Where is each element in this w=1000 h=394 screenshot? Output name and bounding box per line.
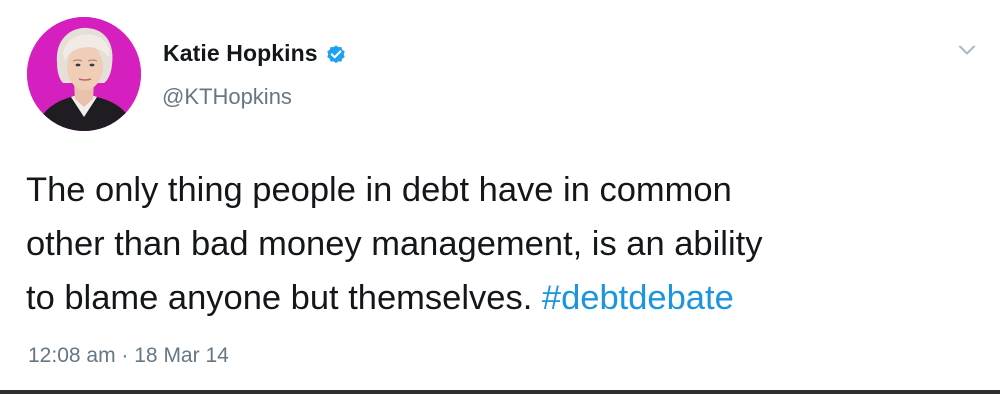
bottom-divider [0,390,1000,394]
tweet-text-line: other than bad money management, is an a… [26,225,763,263]
profile-photo-icon [27,17,141,131]
tweet-text-line: The only thing people in debt have in co… [26,171,732,209]
display-name[interactable]: Katie Hopkins [163,40,318,67]
timestamp-time[interactable]: 12:08 am [28,344,116,367]
user-handle[interactable]: @KTHopkins [162,84,292,110]
tweet-card[interactable]: Katie Hopkins @KTHopkins The only thing … [0,0,1000,394]
timestamp-date[interactable]: 18 Mar 14 [134,344,229,367]
tweet-text-line-last: to blame anyone but themselves. #debtdeb… [26,271,976,325]
timestamp-separator: · [121,344,129,367]
chevron-down-icon[interactable] [954,37,980,63]
tweet-text-line-content: to blame anyone but themselves. [26,279,533,317]
hashtag-link[interactable]: #debtdebate [542,279,734,317]
verified-badge-icon [325,43,347,65]
author-name-row[interactable]: Katie Hopkins [163,40,347,67]
tweet-timestamp[interactable]: 12:08 am · 18 Mar 14 [28,344,229,368]
tweet-text: The only thing people in debt have in co… [26,163,976,325]
avatar[interactable] [27,17,141,131]
